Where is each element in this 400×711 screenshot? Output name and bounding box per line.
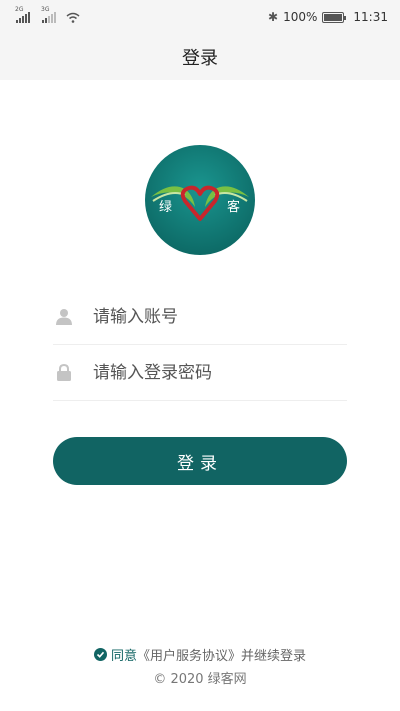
sim1-network-label: 2G <box>15 5 24 13</box>
bluetooth-icon: ✱ <box>268 10 279 24</box>
account-input[interactable] <box>93 306 323 327</box>
status-time: 11:31 <box>353 10 388 24</box>
signal-icon: 3G <box>41 6 56 23</box>
signal-icon: 2G <box>15 6 30 23</box>
password-field <box>53 345 347 401</box>
battery-percent: 100% <box>283 10 318 24</box>
account-field <box>53 289 347 345</box>
checkmark-icon <box>96 651 105 658</box>
app-logo: 绿 客 <box>145 145 255 255</box>
wifi-icon <box>66 12 80 23</box>
agree-text: 同意 <box>110 648 137 664</box>
sim2-network-label: 3G <box>41 5 50 13</box>
page-title: 登录 <box>182 48 218 69</box>
status-left: 2G 3G <box>15 6 80 23</box>
status-right: ✱ 100% 11:31 <box>268 10 388 24</box>
continue-login-text: 并继续登录 <box>241 648 307 664</box>
copyright: © 2020 绿客网 <box>153 672 247 687</box>
user-agreement-link[interactable]: 《用户服务协议》 <box>137 645 241 664</box>
user-icon <box>55 308 73 326</box>
status-bar: 2G 3G ✱ 100% 11:31 <box>0 0 400 34</box>
login-button[interactable]: 登录 <box>53 437 347 485</box>
battery-icon <box>322 11 347 23</box>
logo-left-char: 绿 <box>159 200 172 215</box>
title-bar: 登录 <box>0 34 400 80</box>
agree-checkbox[interactable] <box>93 647 107 661</box>
password-input[interactable] <box>93 362 323 383</box>
agreement-row: 同意 《用户服务协议》 并继续登录 <box>0 643 400 665</box>
lock-icon <box>55 364 73 382</box>
logo-right-char: 客 <box>227 199 240 215</box>
